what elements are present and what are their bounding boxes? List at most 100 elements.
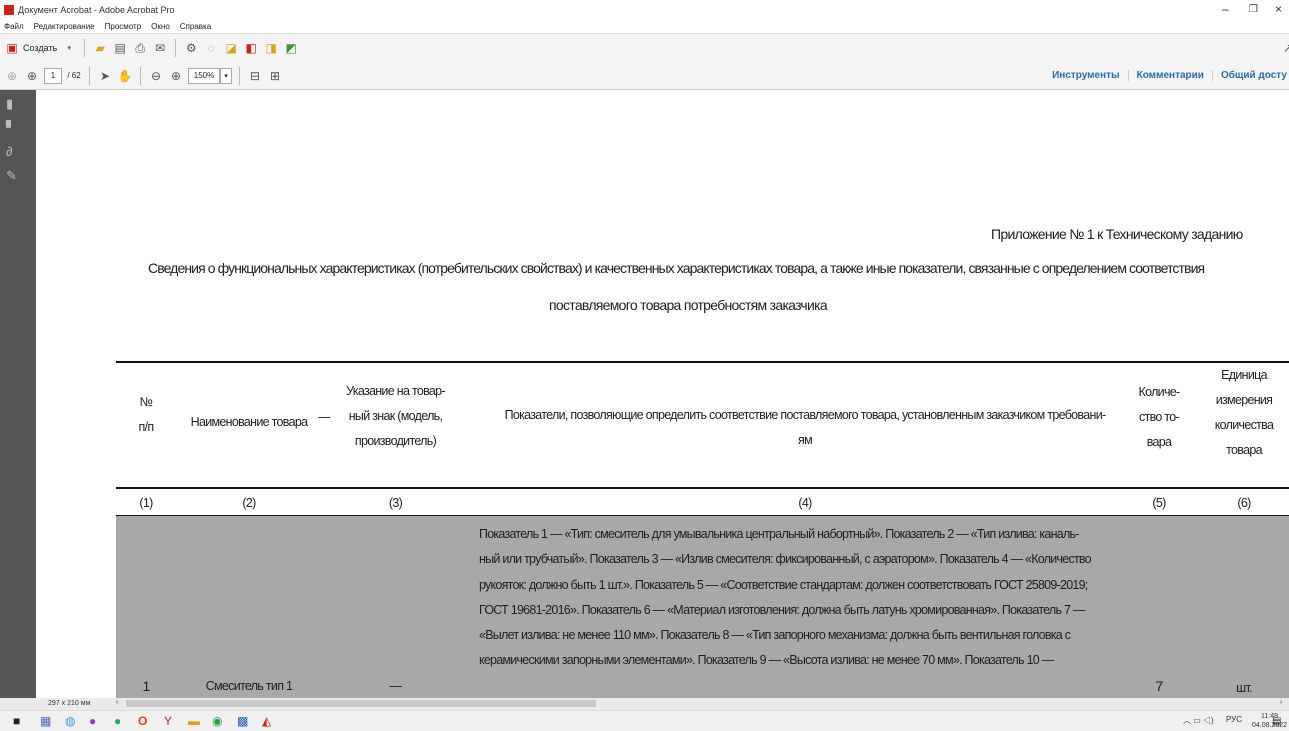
menu-help[interactable]: Справка: [180, 22, 211, 31]
col-number-3: (3): [388, 496, 403, 510]
opera-icon[interactable]: O: [138, 714, 147, 728]
zoom-out-icon[interactable]: ⊖: [148, 67, 164, 85]
minimize-button[interactable]: –: [1222, 2, 1229, 16]
comments-button[interactable]: Комментарии: [1127, 70, 1212, 81]
browser-icon[interactable]: ◍: [65, 714, 75, 728]
full-screen-icon[interactable]: ⊞: [267, 67, 283, 85]
pdf-edit-icon[interactable]: ◨: [263, 39, 279, 57]
col-number-1: (1): [139, 496, 153, 510]
status-bar: 297 x 210 мм ‹ ›: [0, 698, 1289, 710]
menu-window[interactable]: Окно: [151, 22, 170, 31]
tray-icons[interactable]: ︿ ▭ ◁): [1183, 715, 1214, 726]
clock-time: 11:48: [1261, 713, 1279, 720]
header-number: № п/п: [126, 390, 166, 440]
taskbar: ■ ▦ ◍ ● ● O Y ▬ ◉ ▩ ◭ ︿ ▭ ◁) РУС 11:48 0…: [0, 710, 1289, 731]
menu-file[interactable]: Файл: [4, 22, 24, 31]
menu-edit[interactable]: Редактирование: [34, 22, 95, 31]
row1-number: 1: [142, 678, 150, 694]
row1-indicators-line: «Вылет излива: не менее 110 мм». Показат…: [479, 628, 1071, 643]
header-trademark-line2: ный знак (модель,: [348, 409, 443, 423]
page-size-label: 297 x 210 мм: [48, 700, 91, 707]
header-trademark-line3: производитель): [354, 434, 437, 448]
save-icon[interactable]: ▤: [112, 39, 128, 57]
col-number-2: (2): [242, 496, 256, 510]
pdf-combine-icon[interactable]: ◩: [283, 39, 299, 57]
pdf-export-icon[interactable]: ◧: [243, 39, 259, 57]
acrobat-taskbar-icon[interactable]: ◭: [262, 714, 271, 728]
scroll-left-icon[interactable]: ‹: [116, 699, 118, 706]
page-up-icon[interactable]: ⊕: [4, 67, 20, 85]
header-unit: Единица измерения количества товара: [1204, 363, 1284, 463]
fit-page-icon[interactable]: ⊟: [247, 67, 263, 85]
header-trademark-line1: Указание на товар-: [346, 384, 445, 398]
header-unit-line3: количества: [1214, 418, 1274, 432]
row1-indicators-line: ный или трубчатый». Показатель 3 — «Изли…: [479, 552, 1092, 567]
notifications-icon[interactable]: ▤: [1272, 716, 1281, 727]
table-header-rule: [116, 487, 1289, 489]
header-indicators-line2: ям: [798, 433, 813, 447]
header-quantity: Количе- ство то- вара: [1129, 380, 1189, 455]
print-icon[interactable]: ⎙: [132, 39, 148, 57]
tools-button[interactable]: Инструменты: [1044, 70, 1128, 81]
menu-view[interactable]: Просмотр: [105, 22, 142, 31]
zoom-dropdown-icon[interactable]: ▾: [220, 67, 232, 84]
row1-unit: шт.: [1236, 681, 1252, 695]
create-button[interactable]: Создать: [23, 39, 57, 57]
header-unit-line4: товара: [1226, 443, 1262, 457]
document-heading-line1: Сведения о функциональных характеристика…: [148, 260, 1205, 276]
clock[interactable]: 11:48 04.08.2022: [1252, 712, 1287, 730]
title-bar: Документ Acrobat - Adobe Acrobat Pro – ❐…: [0, 0, 1289, 20]
expand-icon[interactable]: ↗: [1280, 39, 1289, 57]
open-folder-icon[interactable]: ▰: [92, 39, 108, 57]
document-view[interactable]: Приложение № 1 к Техническому заданию Св…: [36, 90, 1289, 698]
horizontal-scrollbar[interactable]: [126, 700, 596, 707]
page-down-icon[interactable]: ⊕: [24, 67, 40, 85]
row1-indicators-line: рукояток: должно быть 1 шт.». Показатель…: [479, 577, 1088, 592]
language-indicator[interactable]: РУС: [1226, 715, 1242, 724]
calculator-icon[interactable]: ▦: [40, 714, 51, 728]
create-icon[interactable]: ▣: [4, 39, 20, 57]
yandex-icon[interactable]: Y: [164, 714, 172, 728]
header-name: Наименование товара: [190, 415, 308, 429]
zoom-input[interactable]: 150%: [188, 67, 220, 84]
row1-name: Смеситель тип 1: [205, 679, 293, 693]
chrome-icon[interactable]: ◉: [212, 714, 222, 728]
hand-tool-icon[interactable]: ✋: [117, 67, 133, 85]
bookmarks-icon[interactable]: ▘: [6, 120, 18, 135]
row1-indicators-line: Показатель 1 — «Тип: смеситель для умыва…: [479, 527, 1079, 541]
email-icon[interactable]: ✉: [152, 39, 168, 57]
header-quantity-line3: вара: [1146, 435, 1172, 449]
pages-icon[interactable]: ▮: [6, 96, 18, 111]
header-name-dash: —: [318, 410, 331, 424]
navigation-panel: ▮ ▘ ∂ ✎: [0, 90, 36, 698]
attachments-icon[interactable]: ∂: [6, 144, 18, 159]
folder-icon[interactable]: ▬: [188, 714, 200, 728]
comment-icon[interactable]: ◌: [203, 39, 219, 57]
viber-icon[interactable]: ●: [89, 714, 96, 728]
appendix-caption: Приложение № 1 к Техническому заданию: [991, 226, 1243, 242]
row1-indicators-line: ГОСТ 19681-2016». Показатель 6 — «Матери…: [479, 602, 1085, 617]
sticky-note-icon[interactable]: ◪: [223, 39, 239, 57]
table-top-rule: [116, 361, 1289, 363]
start-icon[interactable]: ■: [13, 714, 20, 728]
word-icon[interactable]: ▩: [237, 714, 248, 728]
acrobat-app-icon: [4, 5, 14, 15]
zoom-in-icon[interactable]: ⊕: [168, 67, 184, 85]
scroll-right-icon[interactable]: ›: [1280, 699, 1282, 706]
header-unit-line1: Единица: [1221, 368, 1267, 382]
page-total: / 62: [67, 71, 81, 80]
col-number-4: (4): [798, 496, 812, 510]
page-number-input[interactable]: 1: [44, 67, 62, 84]
whatsapp-icon[interactable]: ●: [114, 714, 121, 728]
maximize-button[interactable]: ❐: [1249, 4, 1258, 15]
close-button[interactable]: ×: [1275, 2, 1282, 16]
header-number-line1: №: [139, 395, 153, 409]
share-button[interactable]: Общий досту: [1211, 70, 1289, 81]
select-tool-icon[interactable]: ➤: [97, 67, 113, 85]
toolbar-divider: [84, 39, 86, 57]
create-dropdown-icon[interactable]: ▾: [61, 39, 77, 57]
header-trademark: Указание на товар- ный знак (модель, про…: [333, 379, 458, 454]
signatures-icon[interactable]: ✎: [6, 168, 18, 183]
settings-gear-icon[interactable]: ⚙: [183, 39, 199, 57]
row1-indicators-line: керамическими запорными элементами». Пок…: [479, 653, 1054, 668]
